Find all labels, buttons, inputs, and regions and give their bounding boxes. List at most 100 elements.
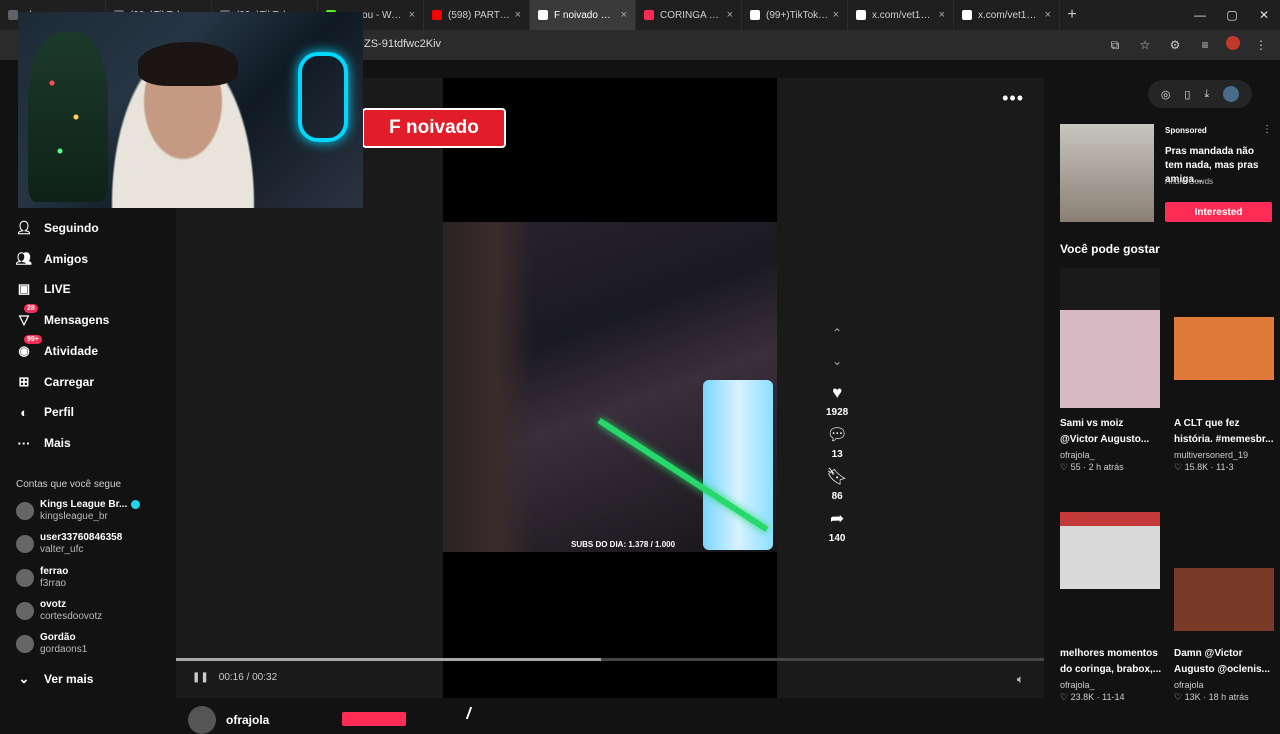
video-author[interactable]: ofrajola_ [1060,450,1164,460]
post-time: 18 h atrás [1208,692,1249,702]
recommended-video[interactable]: Damn @Victor Augusto @oclenis... ofrajola… [1174,498,1278,703]
browser-tab[interactable]: (598) PARTIU! OS × [424,0,530,30]
browser-tab[interactable]: x.com/vet1n_/sta × [954,0,1060,30]
sidebar-item[interactable]: 👤︎ Seguindo [16,220,99,236]
browser-tab[interactable]: (99+)TikTok - Ma × [742,0,848,30]
video-caption-title: F noivado [362,108,506,148]
like-button[interactable]: ♥ 1928 [826,382,848,418]
video-meta: ♡ 13K · 18 h atrás [1174,692,1249,702]
share-button[interactable]: ➦ 140 [826,508,848,544]
follow-button[interactable] [342,712,406,726]
video-thumbnail[interactable] [1060,498,1160,638]
followed-account[interactable]: Kings League Br... kingsleague_br [16,499,141,523]
browser-tab[interactable]: CORINGA FALA S × [636,0,742,30]
video-meta: ♡ 55 · 2 h atrás [1060,462,1124,472]
compass-icon[interactable]: ◎ [1161,88,1171,101]
video-caption[interactable]: melhores momentos do coringa, brabox,... [1060,646,1164,678]
video-author[interactable]: ofrajola_ [1060,680,1164,690]
sidebar-item[interactable]: ▽ 28 Mensagens [16,304,109,328]
post-time: 2 h atrás [1088,462,1124,472]
url-field[interactable]: ZS-91tdfwc2Kiv [364,38,441,50]
sidebar-item-label: Seguindo [44,221,99,235]
tab-close-icon[interactable]: × [621,9,627,21]
see-more-link[interactable]: ⌄ Ver mais [16,671,94,687]
author-avatar[interactable] [188,706,216,734]
heart-icon: ♡ [1174,692,1185,702]
browser-tab[interactable]: x.com/vet1n_/sta × [848,0,954,30]
sidebar-item[interactable]: ◉ 99+ Atividade [16,335,98,359]
account-name: Gordão [40,632,76,643]
save-button[interactable]: 🔖︎ 86 [826,466,848,502]
maximize-icon[interactable]: ▢ [1216,0,1248,30]
video-caption[interactable]: Sami vs moiz @Victor Augusto... [1060,416,1164,448]
interested-button[interactable]: Interested [1165,202,1272,222]
tab-close-icon[interactable]: × [833,9,839,21]
account-avatar [16,569,34,587]
mouse-cursor [465,707,479,719]
sidebar-item[interactable]: ⊞ Carregar [16,374,94,390]
tab-title: x.com/vet1n_/sta [978,9,1041,21]
tab-title: CORINGA FALA S [660,9,723,21]
video-thumbnail[interactable] [1174,268,1274,408]
minimize-icon[interactable]: — [1184,0,1216,30]
sidebar-item[interactable]: ▣ LIVE [16,281,71,297]
video-caption[interactable]: A CLT que fez história. #memesbr... [1174,416,1278,448]
ad-more-icon[interactable]: ⋮ [1262,124,1272,135]
media-control-icon[interactable]: ≡ [1196,36,1214,54]
previous-video-icon[interactable]: ⌃ [832,326,842,340]
tab-close-icon[interactable]: × [939,9,945,21]
video-author[interactable]: multiversonerd_19 [1174,450,1278,460]
author-name[interactable]: ofrajola [226,713,269,727]
tab-close-icon[interactable]: × [727,9,733,21]
pause-icon[interactable]: ❚❚ [192,672,209,683]
video-author[interactable]: ofrajola [1174,680,1278,690]
sidebar-item[interactable]: ◐ Perfil [16,404,74,420]
video-more-button[interactable]: ••• [1002,88,1024,109]
followed-account[interactable]: ovotz cortesdoovotz [16,599,102,623]
webcam-overlay [18,12,363,208]
live-icon: ▣ [17,281,31,296]
tab-close-icon[interactable]: × [409,9,415,21]
browser-tab[interactable]: F noivado @V × [530,0,636,30]
sidebar-item[interactable]: 👥︎ Amigos [16,251,88,267]
close-icon[interactable]: ✕ [1248,0,1280,30]
ad-thumbnail[interactable] [1060,124,1154,222]
notification-badge: 28 [24,304,38,313]
like-count: 15.8K [1184,462,1209,472]
sponsored-label: Sponsored [1165,126,1207,135]
followed-account[interactable]: Gordão gordaons1 [16,632,87,656]
recommended-video[interactable]: Sami vs moiz @Victor Augusto... ofrajola_… [1060,268,1164,473]
chevron-down-icon: ⌄ [18,671,30,686]
progress-bar[interactable] [176,658,1044,661]
followed-account[interactable]: user33760846358 valter_ufc [16,532,122,556]
extensions-icon[interactable]: ⚙ [1166,36,1184,54]
post-time: 11-3 [1216,462,1234,472]
next-video-icon[interactable]: ⌄ [832,354,842,368]
video-thumbnail[interactable] [1174,498,1274,638]
sidebar-item[interactable]: ··· Mais [16,435,71,451]
video-thumbnail[interactable] [1060,268,1160,408]
comment-button[interactable]: 💬︎ 13 [826,424,848,460]
cast-icon[interactable]: ⧉ [1106,36,1124,54]
video-caption[interactable]: Damn @Victor Augusto @oclenis... [1174,646,1278,678]
new-tab-button[interactable]: + [1060,6,1084,24]
tab-close-icon[interactable]: × [1045,9,1051,21]
phone-icon[interactable]: ▯ [1184,88,1190,101]
user-avatar[interactable] [1223,86,1240,102]
video-author[interactable]: ofrajola [188,706,269,734]
video-frame[interactable]: SUBS DO DIA: 1.378 / 1.000 [443,222,777,552]
profile-avatar[interactable] [1226,36,1240,50]
bookmark-star-icon[interactable]: ☆ [1136,36,1154,54]
volume-icon[interactable]: 🔈︎ [1017,672,1024,687]
heart-icon: ♡ [1060,462,1071,472]
post-time: 11-14 [1102,692,1125,702]
like-count: 13K [1184,692,1201,702]
menu-kebab-icon[interactable]: ⋮ [1252,36,1270,54]
playback-controls: ❚❚ 00:16 / 00:32 [192,672,277,683]
recommended-video[interactable]: melhores momentos do coringa, brabox,...… [1060,498,1164,703]
tab-close-icon[interactable]: × [515,9,521,21]
download-icon[interactable]: ⤓ [1204,88,1209,101]
followed-account[interactable]: ferrao f3rrao [16,566,68,590]
account-handle: cortesdoovotz [40,611,103,622]
recommended-video[interactable]: A CLT que fez história. #memesbr... multi… [1174,268,1278,473]
